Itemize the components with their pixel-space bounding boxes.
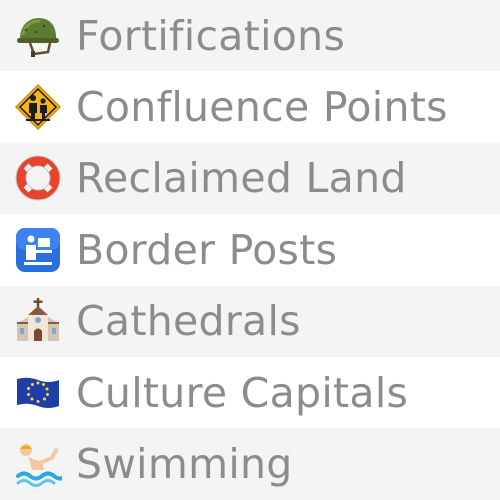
military-helmet-icon xyxy=(14,12,62,60)
list-item-confluence-points[interactable]: Confluence Points xyxy=(0,71,500,143)
list-item-label: Swimming xyxy=(76,440,293,489)
church-icon xyxy=(14,297,62,345)
ring-buoy-icon xyxy=(14,154,62,202)
list-item-reclaimed-land[interactable]: Reclaimed Land xyxy=(0,142,500,215)
swimmer-icon xyxy=(14,440,62,488)
list-item-fortifications[interactable]: Fortifications xyxy=(0,0,500,72)
list-item-border-posts[interactable]: Border Posts xyxy=(0,214,500,286)
category-list: Fortifications Confluence Points Reclaim… xyxy=(0,0,500,500)
list-item-cathedrals[interactable]: Cathedrals xyxy=(0,285,500,357)
list-item-label: Confluence Points xyxy=(76,83,448,132)
list-item-culture-capitals[interactable]: Culture Capitals xyxy=(0,356,500,429)
list-item-label: Border Posts xyxy=(76,225,338,274)
list-item-label: Fortifications xyxy=(76,11,346,60)
list-item-swimming[interactable]: Swimming xyxy=(0,428,500,500)
passport-control-icon xyxy=(14,226,62,274)
children-crossing-icon xyxy=(14,83,62,131)
list-item-label: Reclaimed Land xyxy=(76,154,407,203)
list-item-label: Culture Capitals xyxy=(76,368,409,417)
list-item-label: Cathedrals xyxy=(76,297,301,346)
eu-flag-icon xyxy=(14,369,62,417)
